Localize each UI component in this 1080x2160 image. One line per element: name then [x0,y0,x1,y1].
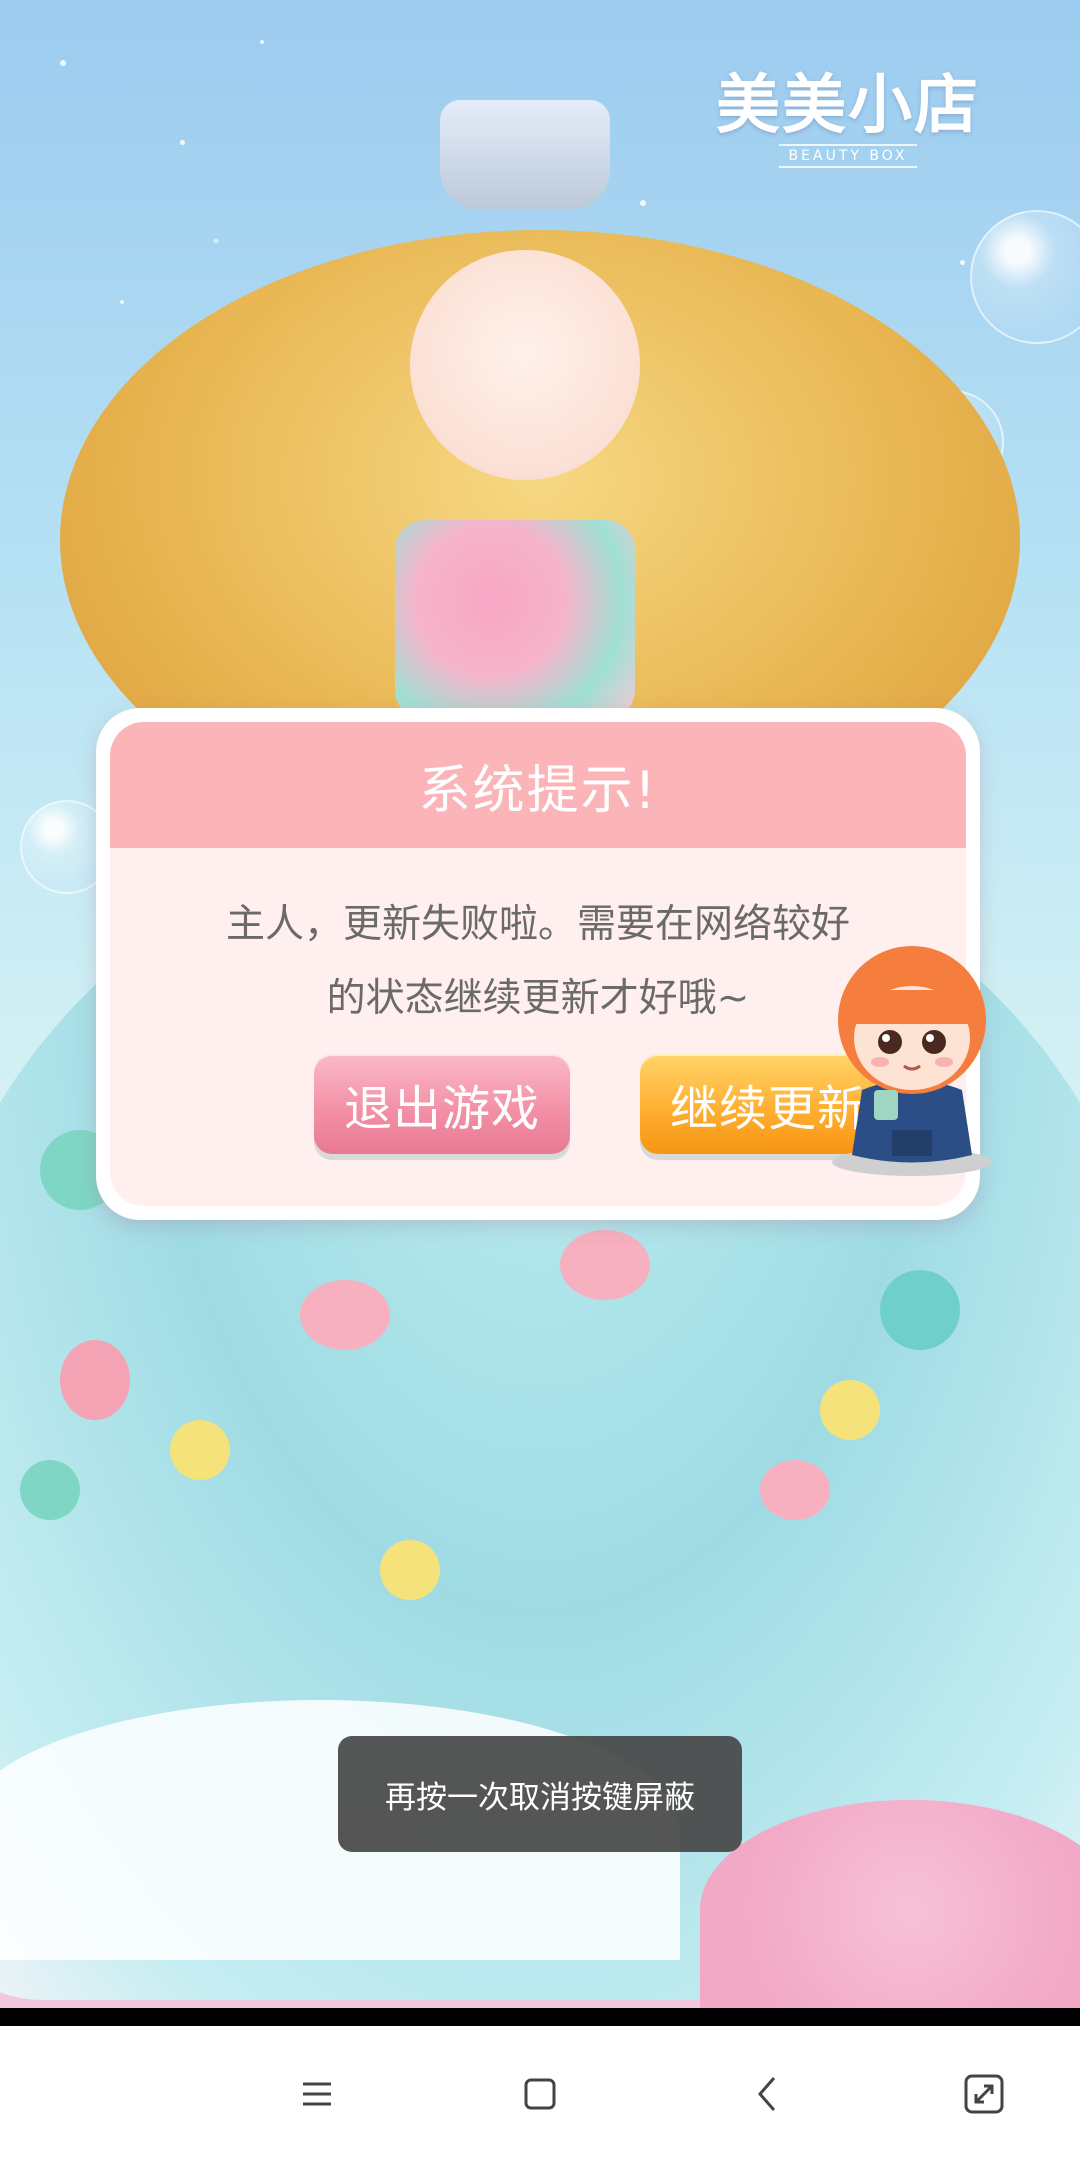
character-bodice [395,520,635,720]
toast-message: 再按一次取消按键屏蔽 [338,1736,742,1852]
crown [440,100,610,210]
menu-button[interactable] [285,2062,349,2126]
logo-subtitle: BEAUTY BOX [778,144,918,168]
home-icon [524,2078,556,2110]
dialog-message-line-1: 主人，更新失败啦。需要在网络较好 [225,902,850,947]
dialog-header: 系统提示! [110,722,966,848]
dialog-message: 主人，更新失败啦。需要在网络较好 的状态继续更新才好哦~ [170,888,906,1036]
logo-title: 美美小店 [716,69,980,143]
toast-text: 再按一次取消按键屏蔽 [385,1779,695,1816]
game-logo: 美美小店 BEAUTY BOX [716,74,980,168]
system-navigation-bar [0,2026,1080,2160]
screen: 美美小店 BEAUTY BOX 系统提示! 主人，更新失败啦。需要在网络较好 的… [0,0,1080,2160]
back-icon [758,2077,776,2111]
back-button[interactable] [736,2062,800,2126]
fullscreen-icon [964,2074,1004,2114]
dialog-title: 系统提示! [418,760,658,821]
exit-game-button[interactable]: 退出游戏 [314,1054,570,1154]
home-button[interactable] [508,2062,572,2126]
fullscreen-button[interactable] [952,2062,1016,2126]
mascot-girl-illustration [832,946,992,1176]
dialog-message-line-2: 的状态继续更新才好哦~ [326,976,750,1021]
character-face [410,250,640,480]
menu-icon [303,2082,331,2106]
